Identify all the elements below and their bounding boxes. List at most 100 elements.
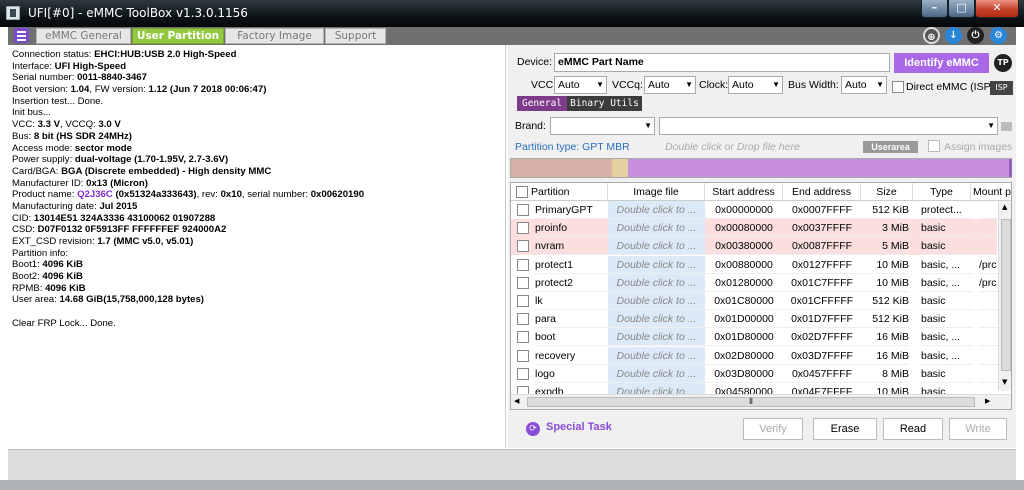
isp-icon[interactable]: ISP <box>990 81 1013 95</box>
tab-factory-image[interactable]: Factory Image <box>225 28 324 44</box>
tp-icon[interactable]: TP <box>994 54 1012 72</box>
subtab-binary-utils[interactable]: Binary Utils <box>567 96 642 111</box>
size-cell: 10 MiB <box>861 274 909 292</box>
image-file-cell[interactable]: Double click to ... <box>608 237 705 256</box>
table-row[interactable]: recovery Double click to ... 0x02D80000 0x0… <box>511 346 999 365</box>
scroll-left-icon[interactable]: ◀ <box>514 397 519 405</box>
start-address: 0x01C80000 <box>705 292 783 310</box>
special-task-icon[interactable]: ⟳ <box>526 422 540 436</box>
image-file-cell[interactable]: Double click to ... <box>608 219 705 238</box>
vccq-label: VCCq: <box>612 79 643 91</box>
info-value: dual-voltage (1.70-1.95V, 2.7-3.6V) <box>74 154 229 166</box>
partition-name: proinfo <box>535 219 608 238</box>
info-line: Interface: UFI High-Speed <box>12 61 502 73</box>
image-file-cell[interactable]: Double click to ... <box>608 273 705 292</box>
table-row[interactable]: nvram Double click to ... 0x00380000 0x0087… <box>511 237 999 256</box>
brand-select[interactable]: ▼ <box>550 117 655 135</box>
row-checkbox[interactable] <box>517 331 529 344</box>
table-row[interactable]: protect1 Double click to ... 0x00880000 0x0… <box>511 255 999 274</box>
table-row[interactable]: logo Double click to ... 0x03D80000 0x0457F… <box>511 364 999 383</box>
start-address: 0x01D80000 <box>705 328 783 347</box>
info-value: 13014E51 324A3336 43100062 01907288 <box>33 212 216 224</box>
image-file-cell[interactable]: Double click to ... <box>608 364 705 383</box>
column-header-type[interactable]: Type <box>913 183 971 201</box>
direct-emmc-checkbox[interactable] <box>892 81 904 93</box>
table-row[interactable]: protect2 Double click to ... 0x01280000 0x0… <box>511 273 999 292</box>
tab-emmc-general[interactable]: eMMC General <box>36 28 131 44</box>
tab-support[interactable]: Support <box>325 28 386 44</box>
userarea-badge[interactable]: Userarea <box>863 141 918 153</box>
table-row[interactable]: PrimaryGPT Double click to ... 0x00000000 0… <box>511 201 999 219</box>
row-checkbox[interactable] <box>517 258 529 271</box>
scroll-thumb[interactable]: ⦀ <box>527 397 975 407</box>
verify-button[interactable]: Verify <box>743 418 803 440</box>
column-header-image-file[interactable]: Image file <box>608 183 705 201</box>
row-checkbox[interactable] <box>517 276 529 289</box>
menu-icon[interactable] <box>14 28 29 43</box>
scroll-down-icon[interactable]: ▼ <box>1002 378 1007 386</box>
vcc-select[interactable]: Auto ▼ <box>554 76 607 94</box>
type-cell: basic <box>921 365 973 383</box>
vccq-select[interactable]: Auto ▼ <box>644 76 696 94</box>
minimize-button[interactable]: – <box>921 0 948 18</box>
write-button[interactable]: Write <box>949 418 1007 440</box>
info-label: User area: <box>12 294 60 306</box>
special-task-button[interactable]: Special Task <box>546 421 612 433</box>
info-label: Power supply: <box>12 154 75 166</box>
vertical-scrollbar[interactable]: ▲ ▼ <box>998 201 1011 391</box>
table-row[interactable]: boot Double click to ... 0x01D80000 0x02D7F… <box>511 328 999 347</box>
row-checkbox[interactable] <box>517 240 529 253</box>
size-cell: 5 MiB <box>861 237 909 256</box>
row-checkbox[interactable] <box>517 367 529 380</box>
image-file-cell[interactable]: Double click to ... <box>608 346 705 365</box>
read-button[interactable]: Read <box>883 418 943 440</box>
drop-file-hint[interactable]: Double click or Drop file here <box>665 141 800 153</box>
folder-icon[interactable] <box>1001 122 1012 131</box>
tab-user-partition[interactable]: User Partition <box>132 28 224 44</box>
window-title: UFI[#0] - eMMC ToolBox v1.3.0.1156 <box>28 6 248 20</box>
info-line: Access mode: sector mode <box>12 143 502 155</box>
scroll-up-icon[interactable]: ▲ <box>1002 203 1007 211</box>
column-header-size[interactable]: Size <box>861 183 913 201</box>
row-checkbox[interactable] <box>517 295 529 307</box>
identify-emmc-button[interactable]: Identify eMMC <box>894 53 989 73</box>
row-checkbox[interactable] <box>517 222 529 235</box>
image-file-cell[interactable]: Double click to ... <box>608 328 705 347</box>
column-header-end-address[interactable]: End address <box>783 183 861 201</box>
image-file-cell[interactable]: Double click to ... <box>608 201 705 219</box>
clock-label: Clock: <box>699 79 729 91</box>
type-cell: basic, ... <box>921 256 973 274</box>
column-header-mount-point[interactable]: Mount p <box>971 183 1011 201</box>
assign-images-checkbox[interactable] <box>928 140 940 152</box>
image-file-cell[interactable]: Double click to ... <box>608 310 705 329</box>
table-row[interactable]: lk Double click to ... 0x01C80000 0x01CFFFF… <box>511 292 999 310</box>
image-file-cell[interactable]: Double click to ... <box>608 255 705 274</box>
row-checkbox[interactable] <box>517 349 529 362</box>
bus-width-select[interactable]: Auto ▼ <box>841 76 887 94</box>
subtab-general[interactable]: General <box>517 96 567 111</box>
scroll-thumb[interactable] <box>1001 219 1011 371</box>
row-checkbox[interactable] <box>517 313 529 326</box>
info-label: , rev: <box>196 189 221 201</box>
download-icon[interactable]: ↓ <box>945 27 962 44</box>
info-line: Bus: 8 bit (HS SDR 24MHz) <box>12 131 502 143</box>
scroll-right-icon[interactable]: ▶ <box>985 397 990 405</box>
power-icon[interactable]: ⏻ <box>967 27 984 44</box>
select-all-checkbox[interactable] <box>516 186 528 198</box>
column-header-start-address[interactable]: Start address <box>705 183 783 201</box>
image-file-cell[interactable]: Double click to ... <box>608 292 705 310</box>
direct-emmc-label: Direct eMMC (ISP) <box>906 81 995 93</box>
table-row[interactable]: para Double click to ... 0x01D00000 0x01D7F… <box>511 310 999 329</box>
settings-icon[interactable]: ⚙ <box>990 27 1007 44</box>
model-select[interactable]: ▼ <box>659 117 998 135</box>
row-checkbox[interactable] <box>517 204 529 216</box>
close-button[interactable]: ✕ <box>975 0 1019 18</box>
erase-button[interactable]: Erase <box>813 418 877 440</box>
device-field[interactable]: eMMC Part Name <box>554 53 890 72</box>
maximize-button[interactable]: □ <box>948 0 975 18</box>
horizontal-scrollbar[interactable]: ◀ ⦀ ▶ <box>511 394 1011 409</box>
clock-select[interactable]: Auto ▼ <box>728 76 783 94</box>
table-row[interactable]: proinfo Double click to ... 0x00080000 0x00… <box>511 219 999 238</box>
network-icon[interactable]: ⊕ <box>923 27 940 44</box>
partition-table[interactable]: Partition Image file Start address End a… <box>510 182 1012 410</box>
